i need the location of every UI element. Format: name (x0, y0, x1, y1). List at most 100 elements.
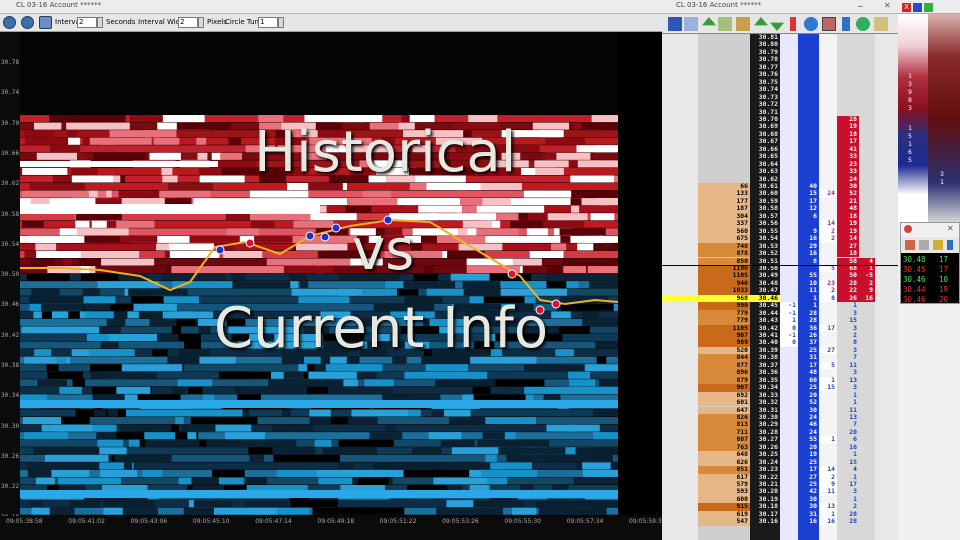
trade-bubble (215, 245, 225, 255)
clear-icon[interactable] (919, 240, 929, 250)
popup-titlebar[interactable]: ✕ (901, 223, 959, 237)
globe-icon[interactable] (804, 17, 818, 31)
ladder-cell-b2[interactable]: 15 (819, 383, 837, 392)
close-icon[interactable]: ✕ (947, 224, 954, 233)
circle-tuner-input[interactable]: 1 (258, 17, 278, 28)
heat-cell (35, 243, 57, 251)
ladder-cell-b2[interactable]: 27 (819, 346, 837, 355)
center-icon[interactable] (668, 17, 682, 31)
ladder-cell-b2[interactable]: 11 (819, 487, 837, 496)
trash-icon[interactable] (684, 17, 698, 31)
ladder-cell-b2[interactable]: 24 (819, 189, 837, 198)
heat-cell (93, 152, 146, 160)
heat-cell (545, 273, 602, 281)
heat-cell (523, 190, 572, 198)
heat-cell (149, 152, 181, 160)
interval-width-spinner[interactable] (198, 17, 204, 28)
ladder-cell-b[interactable]: 8 (798, 257, 819, 265)
ladder-cell-a[interactable]: 0 (780, 338, 798, 347)
arrow-up-icon[interactable] (702, 17, 716, 26)
circle-tuner-spinner[interactable] (278, 17, 284, 28)
ladder-cell-b[interactable]: 16 (798, 517, 819, 526)
ladder-cell-b2[interactable]: 16 (819, 517, 837, 526)
window-titlebar[interactable]: CL 03-16 Account ****** ─ ✕ (662, 0, 898, 14)
time-axis-label: 09:05:53:26 (442, 518, 479, 525)
heat-cell (123, 462, 133, 470)
heat-cell (315, 469, 384, 477)
close-icon[interactable]: ✕ (884, 1, 891, 10)
price-axis-label: 30.42 (1, 331, 20, 339)
dollar-icon[interactable] (856, 17, 870, 31)
price-axis-label: 30.46 (1, 301, 20, 309)
wrench-icon[interactable] (842, 17, 850, 31)
mini-digit: 1 (908, 124, 912, 132)
wrench-icon[interactable] (947, 240, 953, 250)
sound-icon[interactable] (933, 240, 943, 250)
heat-cell (466, 258, 513, 266)
heat-cell (310, 213, 357, 221)
heat-cell (56, 356, 67, 364)
trade-size: 10 (939, 275, 949, 284)
ladder-cell-x[interactable]: 16 (859, 294, 875, 303)
notes-icon[interactable] (874, 17, 888, 31)
interval-spinner[interactable] (97, 17, 103, 28)
ladder-cell-b2[interactable]: 17 (819, 324, 837, 332)
heat-cell (211, 152, 222, 160)
spread-divider (662, 264, 898, 266)
cancel-orders-icon[interactable] (736, 17, 750, 31)
heat-cell (542, 152, 557, 160)
heat-cell (97, 439, 124, 447)
ladder-cell-b2[interactable]: 5 (819, 264, 837, 273)
heat-cell (449, 417, 486, 425)
heat-cell (345, 205, 372, 213)
settings-icon[interactable] (39, 16, 52, 29)
heat-cell (338, 439, 394, 447)
overlay-text-vs: vs (352, 218, 415, 283)
heatmap[interactable] (20, 32, 662, 516)
heat-cell (176, 318, 196, 326)
heat-cell (47, 371, 84, 379)
ladder-cell-b2[interactable]: 2 (819, 234, 837, 243)
heat-cell (426, 288, 469, 296)
heat-cell (145, 439, 200, 447)
zoom-out-icon[interactable] (21, 16, 34, 29)
interval-input[interactable]: 2 (77, 17, 97, 28)
interval-width-input[interactable]: 2 (178, 17, 198, 28)
heat-cell (569, 379, 596, 387)
filter-icon[interactable] (905, 240, 915, 250)
mini-digit: 1 (908, 140, 912, 148)
heat-cell (96, 432, 117, 440)
heat-cell (346, 198, 398, 206)
historical-level (20, 161, 218, 167)
overlay-text-current-info: Current Info (214, 296, 549, 361)
alert-icon[interactable] (790, 17, 796, 31)
grid-icon[interactable] (822, 17, 836, 31)
heat-cell (198, 326, 211, 334)
heat-cell (453, 462, 491, 470)
mini-digit: 6 (908, 198, 912, 206)
trade-bubble (507, 269, 517, 279)
buy-icon[interactable] (754, 17, 768, 26)
heat-cell (429, 213, 497, 221)
ladder-cell-v[interactable]: 547 (698, 517, 750, 526)
ladder-cell-bb[interactable]: 28 (837, 517, 859, 525)
heat-cell (581, 311, 600, 319)
heat-cell (473, 500, 509, 508)
heat-cell (175, 417, 184, 425)
ladder-cell-b2[interactable]: 8 (819, 294, 837, 303)
heat-cell (26, 273, 70, 281)
ladder-cell-b[interactable]: 6 (798, 212, 819, 221)
app-icon (904, 225, 912, 233)
sell-icon[interactable] (770, 22, 784, 31)
pixels-label: Pixels (207, 18, 227, 26)
zoom-in-icon[interactable] (3, 16, 16, 29)
minimize-icon[interactable]: ─ (858, 2, 863, 11)
window-titlebar[interactable]: CL 03-16 Account ****** (0, 0, 662, 14)
price-ladder[interactable]: 30.81 30.80 30.79 30.78 30.77 30.76 30.75 30.74… (662, 33, 898, 540)
heat-cell (152, 349, 168, 357)
ladder-cell-b2[interactable]: 5 (819, 361, 837, 370)
ladder-cell-b2[interactable]: 1 (819, 435, 837, 444)
time-axis: 09:05:38:58 09:05:41:02 09:05:43:06 09:05:4… (0, 516, 666, 540)
ladder-cell-p[interactable]: 30.16 (750, 517, 780, 526)
flatten-icon[interactable] (718, 17, 732, 31)
